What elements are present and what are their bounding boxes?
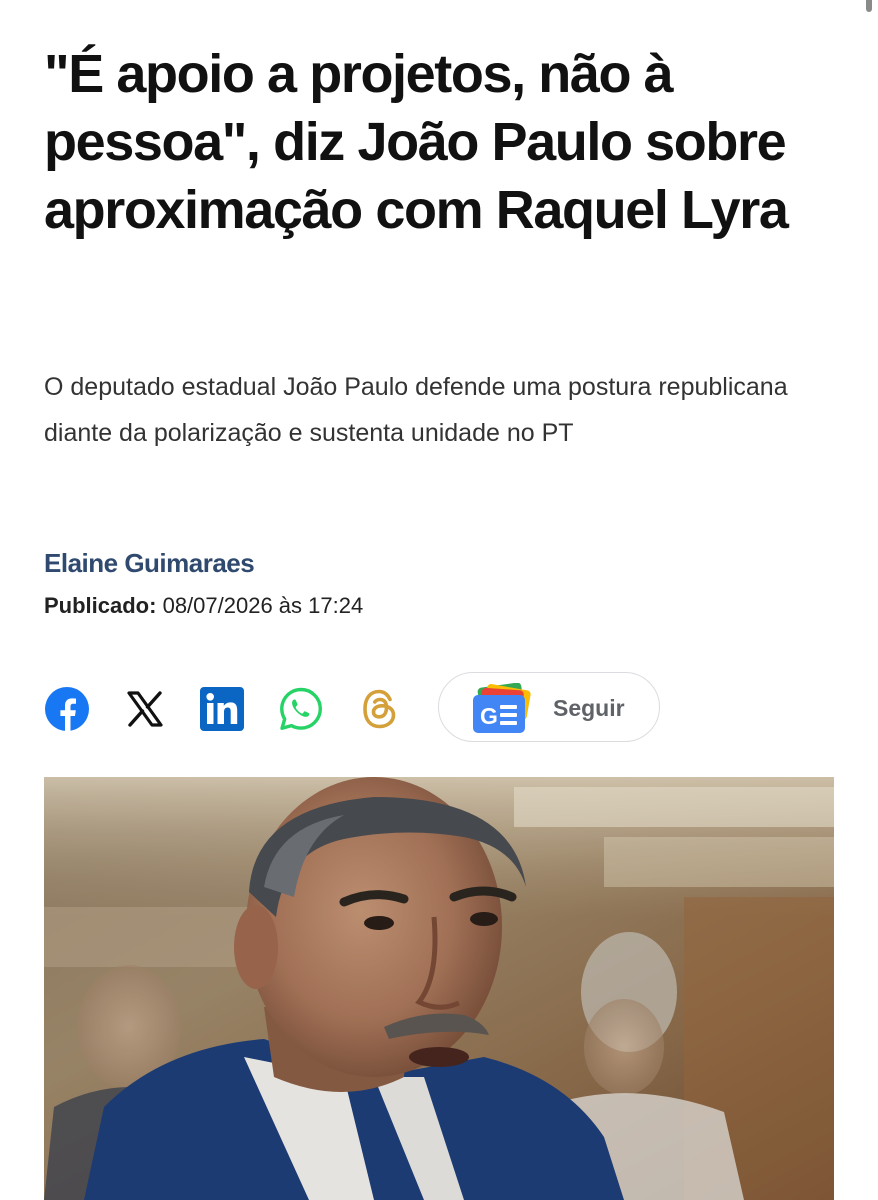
share-linkedin-button[interactable]: [199, 686, 245, 732]
threads-icon: [363, 689, 396, 729]
x-icon: [127, 691, 163, 727]
linkedin-icon: [200, 687, 244, 731]
share-x-button[interactable]: [122, 686, 168, 732]
article-photo: [44, 777, 834, 1200]
publish-date: Publicado: 08/07/2026 às 17:24: [44, 593, 363, 619]
share-threads-button[interactable]: [357, 686, 403, 732]
follow-label: Seguir: [553, 695, 625, 721]
svg-text:G: G: [480, 703, 498, 729]
share-facebook-button[interactable]: [44, 686, 90, 732]
whatsapp-icon: [280, 687, 322, 730]
google-news-icon: G: [473, 683, 531, 733]
share-whatsapp-button[interactable]: [278, 686, 324, 732]
facebook-icon: [45, 687, 89, 731]
author-link[interactable]: Elaine Guimaraes: [44, 548, 255, 579]
follow-google-news-button[interactable]: G Seguir: [438, 672, 660, 742]
article-headline: "É apoio a projetos, não à pessoa", diz …: [44, 44, 789, 240]
article-subtitle: O deputado estadual João Paulo defende u…: [44, 373, 788, 447]
published-value: 08/07/2026 às 17:24: [162, 593, 364, 618]
published-label: Publicado:: [44, 593, 157, 618]
share-bar: G Seguir: [44, 672, 684, 746]
scrollbar-thumb[interactable]: [866, 0, 872, 12]
